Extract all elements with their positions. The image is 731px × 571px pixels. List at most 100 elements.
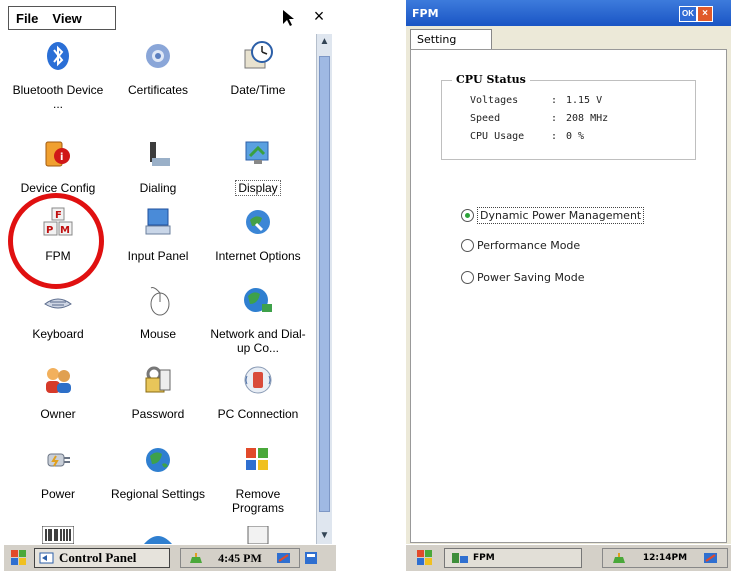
icon-grid: Bluetooth Device ... Certificates Date/T… [4,34,316,544]
radio-button[interactable] [461,209,474,222]
icon-label: Keyboard [32,327,84,341]
certificates-icon [146,44,170,68]
tab-setting[interactable]: Setting [410,29,492,49]
icon-label: Power [40,487,75,501]
stat-row-speed: Speed:208 MHz [470,113,608,124]
icon-label: Password [131,407,185,421]
tab-panel: CPU Status Voltages:1.15 V Speed:208 MHz… [410,49,727,543]
icon-keyboard[interactable]: Keyboard [8,284,108,341]
input-panel-icon [145,208,171,235]
icon-date-time[interactable]: Date/Time [208,40,308,97]
fpm-app-icon [452,553,468,563]
keyboard-tray-icon[interactable] [276,551,292,565]
icon-certificates[interactable]: Certificates [108,40,208,97]
ok-button[interactable]: OK [679,6,697,22]
stat-name: Voltages [470,95,519,106]
fpm-task-button[interactable]: FPM [444,548,582,568]
icon-remove-programs[interactable]: Remove Programs [208,444,308,515]
icon-label: PC Connection [217,407,299,421]
barcode-icon[interactable] [42,526,74,544]
partial-blue-icon[interactable] [142,528,174,544]
radio-power-saving-mode[interactable]: Power Saving Mode [461,271,584,284]
radio-button[interactable] [461,271,474,284]
fpm-screen: FPM OK × Setting CPU Status Voltages:1.1… [406,0,731,571]
display-icon [245,141,269,164]
control-panel-icon [39,552,54,564]
taskbar: Control Panel 4:45 PM [4,544,336,571]
globe-icon [146,448,170,472]
radio-label: Dynamic Power Management [477,207,645,224]
password-icon [145,366,171,393]
icon-label: Internet Options [215,249,301,263]
desktop-icon[interactable] [304,551,318,565]
stat-row-voltages: Voltages:1.15 V [470,95,602,106]
start-icon[interactable] [414,548,436,568]
system-tray: 12:14PM [602,548,728,568]
stat-separator: : [550,113,558,124]
mouse-icon [150,287,170,316]
icon-label: Bluetooth Device ... [12,83,104,111]
icon-owner[interactable]: Owner [8,364,108,421]
icon-label: Mouse [139,327,177,341]
taskbar: FPM 12:14PM [406,544,731,571]
radio-button[interactable] [461,239,474,252]
menu-frame: File View [8,6,116,30]
help-button[interactable] [280,8,302,28]
scroll-up-icon[interactable]: ▲ [317,34,332,50]
stat-value: 208 MHz [566,113,609,124]
stat-separator: : [550,95,558,106]
owner-icon [46,368,71,393]
icon-password[interactable]: Password [108,364,208,421]
icon-label: Remove Programs [231,487,284,515]
group-title: CPU Status [452,73,530,86]
icon-bluetooth[interactable]: Bluetooth Device ... [8,40,108,111]
close-button[interactable]: × [308,6,330,28]
scroll-thumb[interactable] [319,56,330,512]
power-tray-icon[interactable] [188,551,204,565]
clock-label[interactable]: 12:14PM [643,553,687,563]
stat-name: CPU Usage [470,131,525,142]
icon-label: Regional Settings [110,487,206,501]
menu-bar: File View × [4,0,336,34]
highlight-circle [8,193,104,289]
internet-options-icon [246,210,270,234]
icon-label: Certificates [127,83,189,97]
icon-regional-settings[interactable]: Regional Settings [108,444,208,501]
icon-input-panel[interactable]: Input Panel [108,206,208,263]
pc-connection-icon [244,366,272,394]
radio-label: Performance Mode [477,239,581,252]
stat-name: Speed [470,113,501,124]
menu-file[interactable]: File [9,11,45,26]
icon-display[interactable]: Display [208,138,308,196]
icon-label: Dialing [139,181,177,195]
clock-icon [244,41,273,69]
device-config-icon: i [45,141,70,167]
close-button[interactable]: × [697,6,713,22]
icon-dialing[interactable]: Dialing [108,138,208,195]
bluetooth-icon [47,42,69,70]
icon-mouse[interactable]: Mouse [108,284,208,341]
scroll-down-icon[interactable]: ▼ [317,528,332,544]
vertical-scrollbar[interactable]: ▲ ▼ [316,34,332,544]
task-label: Control Panel [59,550,137,565]
control-panel-task-button[interactable]: Control Panel [34,548,170,568]
icon-device-config[interactable]: i Device Config [8,138,108,195]
icon-pc-connection[interactable]: PC Connection [208,364,308,421]
icon-power[interactable]: Power [8,444,108,501]
icon-internet-options[interactable]: Internet Options [208,206,308,263]
radio-dynamic-power-management[interactable]: Dynamic Power Management [461,207,645,224]
power-tray-icon[interactable] [611,551,627,565]
icon-network[interactable]: Network and Dial-up Co... [208,284,308,355]
task-label: FPM [473,553,495,563]
menu-view[interactable]: View [45,11,88,26]
partial-app-icon[interactable] [242,526,274,544]
network-icon [244,288,272,312]
start-icon[interactable] [8,548,30,568]
icon-label: Input Panel [127,249,189,263]
window-title: FPM [412,6,439,20]
clock-label[interactable]: 4:45 PM [218,551,262,566]
radio-performance-mode[interactable]: Performance Mode [461,239,580,252]
radio-label: Power Saving Mode [477,271,585,284]
icon-label: Date/Time [230,83,286,97]
keyboard-tray-icon[interactable] [703,551,719,565]
